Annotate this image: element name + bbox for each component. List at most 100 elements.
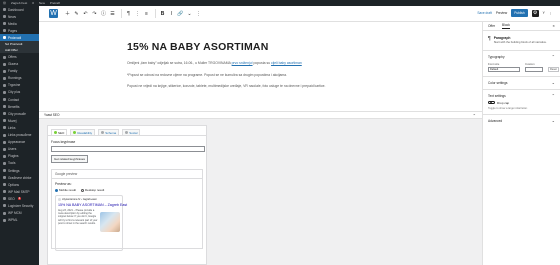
chevron-up-icon[interactable]: ⌃ xyxy=(552,54,555,59)
color-settings-panel[interactable]: Color settings ⌄ xyxy=(483,75,560,89)
collapse-chevron-icon[interactable]: ⌃ xyxy=(473,113,476,118)
info-icon[interactable]: ⓘ xyxy=(100,10,107,17)
tab-social[interactable]: Social xyxy=(122,129,141,135)
sidebar-item[interactable]: Offers xyxy=(0,53,39,60)
chevron-up-icon[interactable]: ⌃ xyxy=(552,93,555,98)
sidebar-item[interactable]: Pages xyxy=(0,27,39,34)
typography-heading: Typography xyxy=(488,54,505,59)
comments-count[interactable]: 0 xyxy=(32,1,34,5)
typography-panel[interactable]: Typography ⌃ Font size Default Custom Re… xyxy=(483,49,560,76)
paragraph-icon[interactable]: ¶ xyxy=(125,10,132,17)
sidebar-item-label: Contact xyxy=(8,97,19,102)
related-keyphrases-button[interactable]: Get related keyphrases xyxy=(51,155,89,163)
add-block-icon[interactable]: ＋ xyxy=(64,10,71,17)
menu-item-icon xyxy=(3,15,6,19)
menu-item-icon xyxy=(3,161,6,165)
paragraph-block[interactable]: Omiljeni „fam baby" odjeljak se sutra, 1… xyxy=(127,61,397,66)
sidebar-item[interactable]: Family xyxy=(0,68,39,75)
drag-handle-icon[interactable]: ⋮ xyxy=(134,10,141,17)
chevron-down-icon[interactable]: ⌄ xyxy=(552,80,555,85)
search-link[interactable]: Pretraži xyxy=(50,1,60,5)
align-icon[interactable]: ≡ xyxy=(143,10,150,17)
sidebar-item-label: Add Offer xyxy=(5,48,18,53)
redo-icon[interactable]: ↷ xyxy=(91,10,98,17)
paragraph-block[interactable]: Popust ne vrijedi na knjige, stikerice, … xyxy=(127,84,397,89)
site-name-link[interactable]: Zagreb Fest xyxy=(11,1,27,5)
paragraph-block[interactable]: *Popust se odnosi na redovne cijene na p… xyxy=(127,73,397,78)
tab-seo[interactable]: SEO xyxy=(51,129,68,135)
drop-cap-toggle[interactable] xyxy=(488,100,495,105)
sidebar-item[interactable]: Muzej xyxy=(0,117,39,124)
mobile-result-radio[interactable]: Mobile result xyxy=(55,188,76,192)
menu-item-icon xyxy=(3,22,6,26)
sidebar-item[interactable]: Trgovine xyxy=(0,82,39,89)
settings-gear-icon[interactable]: ⚙ xyxy=(531,9,539,17)
sidebar-item[interactable]: Users xyxy=(0,146,39,153)
wordpress-icon[interactable]: W xyxy=(49,9,58,18)
new-content-link[interactable]: New xyxy=(39,1,45,5)
sidebar-item[interactable]: Options xyxy=(0,181,39,188)
tab-schema[interactable]: Schema xyxy=(98,129,120,135)
yoast-metabox-header[interactable]: Yoast SEO ⌃ xyxy=(39,111,482,119)
paragraph-icon: ¶ xyxy=(488,36,491,42)
sidebar-item[interactable]: Glavna xyxy=(0,61,39,68)
custom-size-input[interactable] xyxy=(525,66,543,72)
paragraph-link[interactable]: prvo sniženju! xyxy=(232,61,253,65)
options-menu-icon[interactable]: ⋮ xyxy=(549,11,552,15)
sidebar-item[interactable]: Links xyxy=(0,124,39,131)
sidebar-item[interactable]: Loginizer Security xyxy=(0,202,39,209)
sidebar-item[interactable]: SEO 2 xyxy=(0,195,39,202)
font-size-select[interactable]: Default xyxy=(488,66,520,72)
sidebar-item[interactable]: WPML xyxy=(0,217,39,224)
editor-toolbar: W ＋ ✎ ↶ ↷ ⓘ ☰ ¶ ⋮ ≡ B I 🔗 ⌄ ⋮ Save draft… xyxy=(39,6,560,22)
save-draft-button[interactable]: Save draft xyxy=(477,11,492,15)
sidebar-item[interactable]: Proizvodi xyxy=(0,34,39,42)
sidebar-item[interactable]: Benefits xyxy=(0,103,39,110)
sidebar-item[interactable]: Dashboard xyxy=(0,6,39,13)
serp-description[interactable]: Aug 23, 2021 – Please provide a meta des… xyxy=(58,209,100,225)
sidebar-item-label: Benefits xyxy=(8,104,20,109)
text-settings-panel[interactable]: Text settings ⌃ Drop cap Toggle to show … xyxy=(483,88,560,114)
tab-block[interactable]: Block xyxy=(502,23,510,29)
advanced-panel[interactable]: Advanced ⌄ xyxy=(483,113,560,127)
sidebar-item[interactable]: Runnings xyxy=(0,75,39,82)
post-title[interactable]: 15% NA BABY ASORTIMAN xyxy=(127,41,269,53)
sidebar-item[interactable]: WP MCM xyxy=(0,210,39,217)
close-icon[interactable]: ✕ xyxy=(552,24,555,28)
sidebar-item[interactable]: City prosuđe xyxy=(0,110,39,117)
desktop-result-radio[interactable]: Desktop result xyxy=(81,188,104,192)
menu-item-icon xyxy=(3,69,6,73)
italic-icon[interactable]: I xyxy=(168,10,175,17)
sidebar-item[interactable]: WP Mail SMTP xyxy=(0,188,39,195)
sidebar-item[interactable]: Links prosuđene xyxy=(0,132,39,139)
bold-icon[interactable]: B xyxy=(159,10,166,17)
reset-button[interactable]: Reset xyxy=(548,66,559,72)
sidebar-item[interactable]: Građevne zbirke xyxy=(0,174,39,181)
sidebar-item[interactable]: Media xyxy=(0,20,39,27)
sidebar-item[interactable]: Appearance xyxy=(0,139,39,146)
more-menu-icon[interactable]: ⋮ xyxy=(195,10,202,17)
preview-button[interactable]: Preview xyxy=(496,11,507,15)
sidebar-item[interactable]: Plugins xyxy=(0,153,39,160)
sidebar-item[interactable]: City plus xyxy=(0,89,39,96)
publish-button[interactable]: Publish xyxy=(511,9,528,17)
focus-keyphrase-input[interactable] xyxy=(51,146,205,152)
tab-offer[interactable]: Offer xyxy=(488,24,495,28)
more-options-chevron-icon[interactable]: ⌄ xyxy=(186,10,193,17)
tab-readability[interactable]: Readability xyxy=(70,129,96,135)
serp-title[interactable]: 15% NA BABY ASORTIMAN – Zagreb East xyxy=(58,203,127,207)
sidebar-item[interactable]: Settings xyxy=(0,167,39,174)
wordpress-logo-icon[interactable]: Ⓦ xyxy=(3,1,6,5)
google-preview-header[interactable]: Google preview xyxy=(52,170,202,179)
paragraph-link[interactable]: cijeli baby asortiman xyxy=(271,61,302,65)
menu-item-icon xyxy=(3,62,6,66)
undo-icon[interactable]: ↶ xyxy=(82,10,89,17)
sidebar-item[interactable]: Tools xyxy=(0,160,39,167)
sidebar-item[interactable]: Contact xyxy=(0,96,39,103)
link-icon[interactable]: 🔗 xyxy=(177,10,184,17)
sidebar-item[interactable]: News xyxy=(0,13,39,20)
list-view-icon[interactable]: ☰ xyxy=(109,10,116,17)
edit-pencil-icon[interactable]: ✎ xyxy=(73,10,80,17)
plugin-icon[interactable]: Y xyxy=(543,11,545,15)
chevron-down-icon[interactable]: ⌄ xyxy=(552,118,555,123)
